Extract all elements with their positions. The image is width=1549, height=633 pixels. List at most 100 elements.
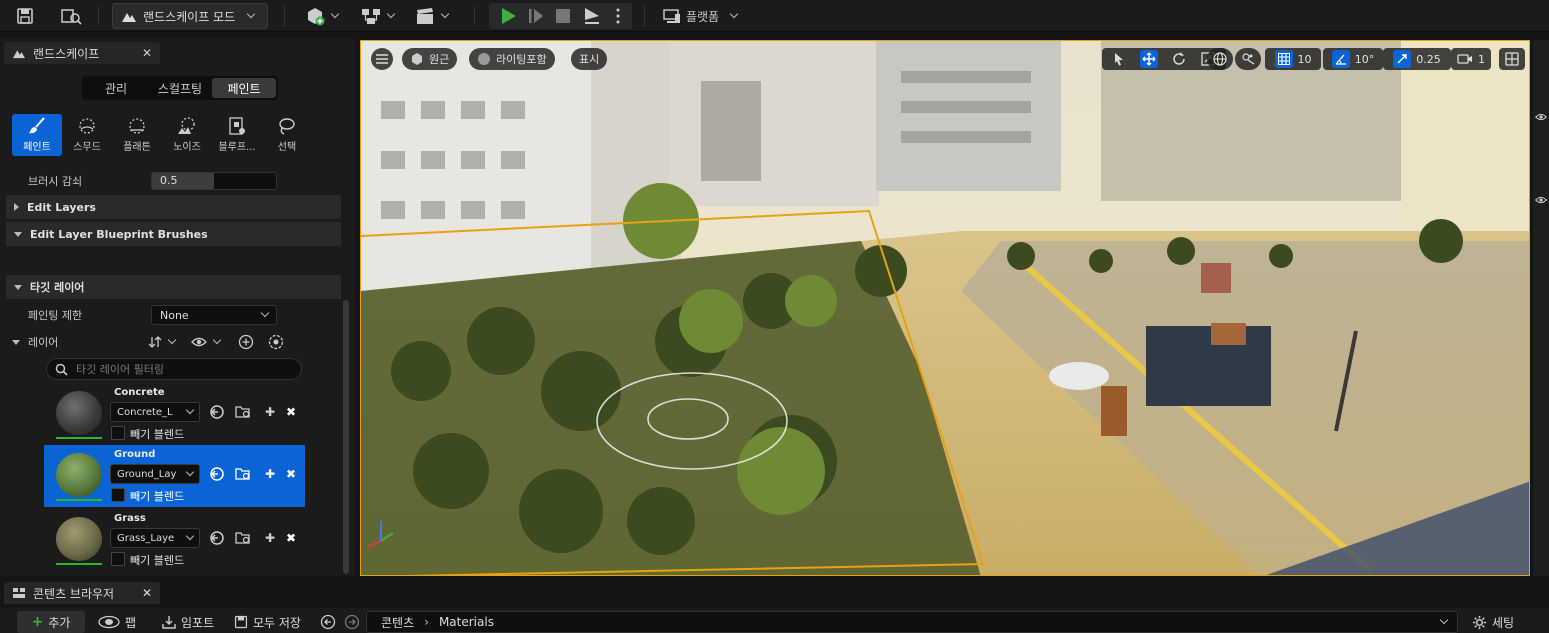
grid-snap-control[interactable]: 10	[1265, 48, 1321, 70]
add-circle-icon[interactable]	[238, 334, 254, 350]
eye-icon[interactable]	[191, 336, 207, 348]
eject-icon[interactable]	[583, 7, 601, 25]
delete-layer-icon[interactable]: ✖	[283, 530, 299, 546]
reset-arrow-icon[interactable]	[209, 404, 225, 420]
history-back-button[interactable]	[320, 611, 336, 633]
viewport-layout-button[interactable]	[1499, 48, 1525, 70]
breadcrumb-root[interactable]: 콘텐츠	[381, 614, 414, 631]
layer-asset-dropdown[interactable]: Concrete_L	[110, 402, 200, 422]
step-frame-icon[interactable]	[527, 7, 545, 25]
noise-icon	[176, 116, 198, 136]
save-all-button[interactable]: 모두 저장	[234, 611, 301, 633]
building-far-right	[1401, 41, 1529, 241]
mode-select-dropdown[interactable]: 랜드스케이프 모드	[112, 3, 268, 29]
landscape-panel-tab[interactable]: 랜드스케이프 ✕	[4, 42, 160, 64]
add-actor-button[interactable]	[300, 3, 342, 29]
flatten-brush-icon	[126, 116, 148, 136]
select-arrow-icon[interactable]	[1113, 52, 1125, 66]
rotation-snap-control[interactable]: 10°	[1323, 48, 1383, 70]
browse-asset-icon[interactable]	[56, 3, 86, 29]
delete-layer-icon[interactable]: ✖	[283, 466, 299, 482]
edit-layers-category[interactable]: Edit Layers	[6, 195, 341, 219]
add-layer-icon[interactable]: ✚	[262, 530, 278, 546]
sort-icon[interactable]	[148, 335, 162, 349]
tool-blueprint[interactable]: 블루프...	[212, 114, 262, 156]
blueprint-menu-button[interactable]	[356, 3, 398, 29]
move-tool-icon[interactable]	[1139, 50, 1158, 68]
view-mode-button[interactable]: 라이팅포함	[469, 48, 555, 70]
layer-item-ground[interactable]: Ground Ground_Lay ✚ ✖ 빼기 블렌드	[44, 445, 305, 507]
browse-folder-icon[interactable]	[235, 466, 251, 482]
edit-layer-bp-category[interactable]: Edit Layer Blueprint Brushes	[6, 222, 341, 246]
tool-flatten-label: 플래튼	[123, 142, 151, 153]
add-layer-icon[interactable]: ✚	[262, 466, 278, 482]
target-layers-category[interactable]: 타깃 레이어	[6, 275, 341, 299]
close-icon[interactable]: ✕	[142, 586, 152, 600]
browse-folder-icon[interactable]	[235, 404, 251, 420]
chevron-down-icon[interactable]	[167, 335, 177, 345]
eye-icon[interactable]	[1535, 112, 1547, 122]
perspective-button[interactable]: 원근	[402, 48, 458, 70]
subtract-blend-checkbox[interactable]	[111, 552, 125, 566]
lighting-label: 라이팅포함	[496, 53, 547, 66]
layer-asset-name: Concrete_L	[117, 406, 173, 418]
settings-button[interactable]: 세팅	[1472, 611, 1514, 633]
subtract-blend-checkbox[interactable]	[111, 488, 125, 502]
layer-item-grass[interactable]: Grass Grass_Laye ✚ ✖ 빼기 블렌드	[44, 509, 305, 571]
close-icon[interactable]: ✕	[142, 46, 152, 60]
save-icon[interactable]	[10, 3, 40, 29]
layer-item-concrete[interactable]: Concrete Concrete_L ✚ ✖ 빼기 블렌드	[44, 383, 305, 445]
viewport-menu-button[interactable]	[371, 48, 393, 70]
add-button[interactable]: + 추가	[17, 611, 85, 633]
chevron-down-icon[interactable]	[12, 339, 20, 345]
fab-button[interactable]: 팹	[98, 611, 136, 633]
chevron-down-icon[interactable]	[1439, 615, 1449, 625]
add-layer-icon[interactable]: ✚	[262, 404, 278, 420]
play-icon[interactable]	[499, 7, 517, 25]
brush-falloff-slider[interactable]: 0.5	[151, 172, 277, 190]
history-forward-button[interactable]	[344, 611, 360, 633]
chevron-down-icon[interactable]	[212, 335, 222, 345]
tool-select[interactable]: 선택	[262, 114, 312, 156]
scale-snap-control[interactable]: 0.25	[1383, 48, 1451, 70]
tool-noise[interactable]: 노이즈	[162, 114, 212, 156]
world-local-toggle[interactable]	[1207, 48, 1233, 70]
paint-restriction-dropdown[interactable]: None	[151, 305, 277, 325]
camera-speed-control[interactable]: 1	[1451, 48, 1491, 70]
layer-asset-dropdown[interactable]: Ground_Lay	[110, 464, 200, 484]
level-viewport[interactable]: 원근 라이팅포함 표시 10 10° 0.25 1	[360, 40, 1530, 576]
layer-filter-search[interactable]: 타깃 레이어 필터링	[46, 358, 302, 380]
tab-paint[interactable]: 페인트	[212, 78, 276, 98]
layer-asset-dropdown[interactable]: Grass_Laye	[110, 528, 200, 548]
delete-layer-icon[interactable]: ✖	[283, 404, 299, 420]
tab-sculpt[interactable]: 스컬프팅	[148, 78, 212, 98]
tab-manage[interactable]: 관리	[84, 78, 148, 98]
show-button[interactable]: 표시	[571, 48, 608, 70]
panel-scrollbar[interactable]	[343, 300, 349, 574]
browse-folder-icon[interactable]	[235, 530, 251, 546]
cinematics-menu-button[interactable]	[410, 3, 452, 29]
layer-settings-icon[interactable]	[268, 334, 284, 350]
layers-label: 레이어	[28, 336, 59, 349]
add-cube-icon	[307, 8, 324, 26]
tool-paint[interactable]: 페인트	[12, 114, 62, 156]
breadcrumb-materials[interactable]: Materials	[439, 615, 494, 629]
tool-flatten[interactable]: 플래튼	[112, 114, 162, 156]
stop-icon[interactable]	[555, 8, 571, 24]
rotate-tool-icon[interactable]	[1172, 52, 1186, 66]
tool-smooth[interactable]: 스무드	[62, 114, 112, 156]
building-center-right	[876, 41, 1061, 191]
reset-arrow-icon[interactable]	[209, 530, 225, 546]
platforms-menu-button[interactable]: 플랫폼	[660, 3, 740, 29]
subtract-blend-checkbox[interactable]	[111, 426, 125, 440]
settings-label: 세팅	[1492, 615, 1515, 630]
eye-icon[interactable]	[1535, 195, 1547, 205]
reset-arrow-icon[interactable]	[209, 466, 225, 482]
chevron-down-icon	[729, 9, 739, 19]
chevron-down-icon	[14, 231, 22, 237]
content-browser-tab[interactable]: 콘텐츠 브라우저 ✕	[4, 582, 160, 604]
more-options-icon[interactable]	[615, 7, 621, 25]
layer-thumbnail	[56, 453, 102, 497]
import-button[interactable]: 임포트	[162, 611, 214, 633]
surface-snap-toggle[interactable]	[1235, 48, 1261, 70]
